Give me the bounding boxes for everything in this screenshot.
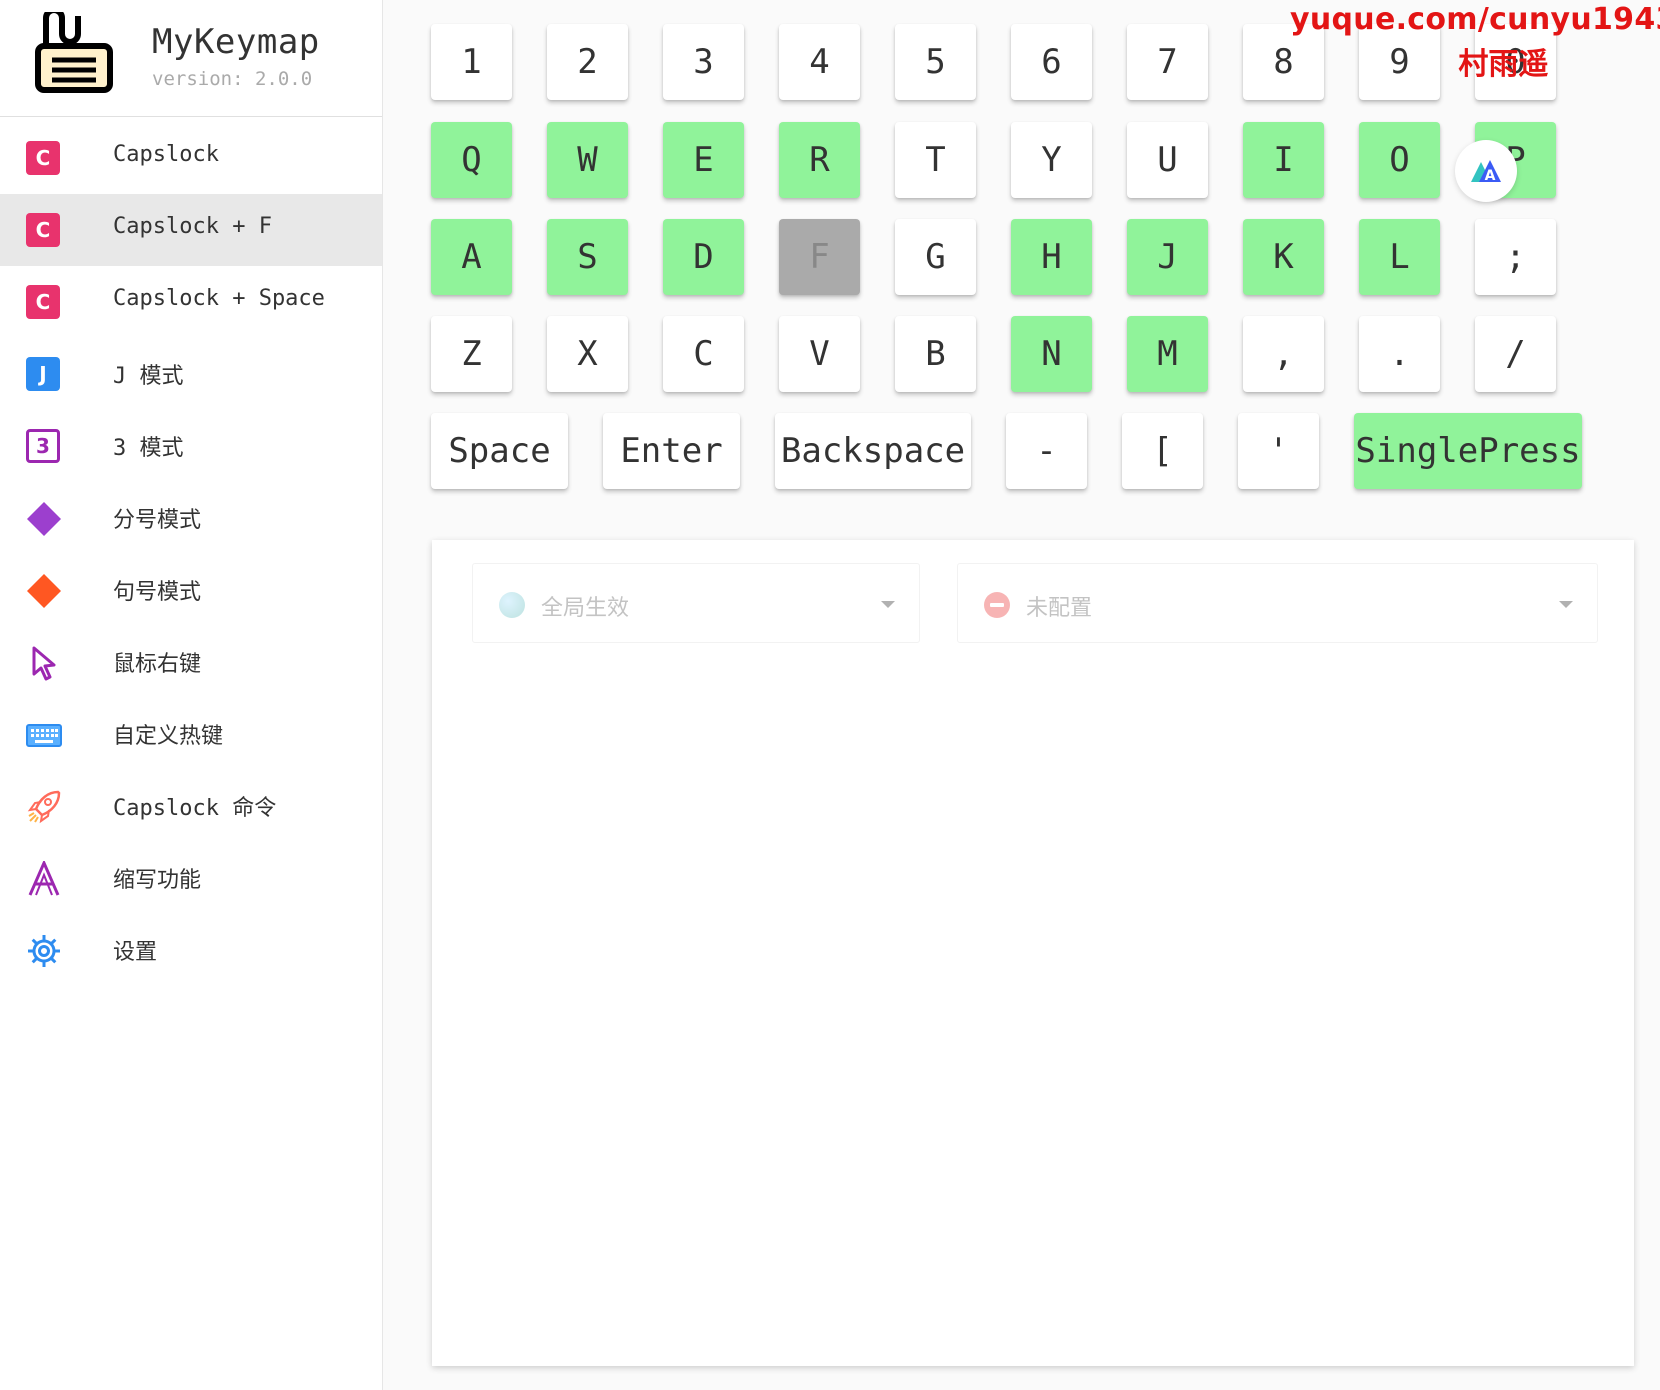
sidebar-item-label: Capslock 命令 bbox=[113, 796, 277, 821]
diamond-orange-icon bbox=[27, 574, 61, 608]
app-header: MyKeymap version: 2.0.0 bbox=[0, 0, 382, 117]
sidebar-item-label: 缩写功能 bbox=[113, 868, 202, 893]
capslock-c-icon: C bbox=[26, 285, 60, 319]
sidebar-item-label: J 模式 bbox=[113, 364, 184, 389]
key-l[interactable]: L bbox=[1359, 219, 1440, 295]
key-2[interactable]: 2 bbox=[547, 24, 628, 100]
key-h[interactable]: H bbox=[1011, 219, 1092, 295]
sidebar-item-abbreviation[interactable]: 缩写功能 bbox=[0, 842, 382, 914]
key-comma[interactable]: , bbox=[1243, 316, 1324, 392]
watermark-url: yuque.com/cunyu1943 bbox=[1290, 2, 1660, 37]
key-w[interactable]: W bbox=[547, 122, 628, 198]
key-1[interactable]: 1 bbox=[431, 24, 512, 100]
sidebar-item-capslock-command[interactable]: Capslock 命令 bbox=[0, 770, 382, 842]
capslock-c-icon: C bbox=[26, 141, 60, 175]
key-m[interactable]: M bbox=[1127, 316, 1208, 392]
key-e[interactable]: E bbox=[663, 122, 744, 198]
sidebar-item-custom-hotkey[interactable]: 自定义热键 bbox=[0, 698, 382, 770]
chevron-down-icon bbox=[881, 601, 895, 608]
sidebar-item-settings[interactable]: 设置 bbox=[0, 914, 382, 986]
config-panel: 全局生效 未配置 bbox=[432, 540, 1634, 1366]
sidebar-item-mouse-right[interactable]: 鼠标右键 bbox=[0, 626, 382, 698]
three-mode-icon: 3 bbox=[26, 429, 60, 463]
key-i[interactable]: I bbox=[1243, 122, 1324, 198]
sidebar-item-label: 设置 bbox=[113, 940, 158, 965]
key-minus[interactable]: - bbox=[1006, 413, 1087, 489]
scope-select[interactable]: 全局生效 bbox=[472, 563, 920, 643]
key-7[interactable]: 7 bbox=[1127, 24, 1208, 100]
svg-text:A: A bbox=[1485, 168, 1496, 184]
key-slash[interactable]: / bbox=[1475, 316, 1556, 392]
watermark: yuque.com/cunyu1943 村雨遥 bbox=[1290, 2, 1660, 83]
globe-icon bbox=[499, 592, 525, 618]
key-backspace[interactable]: Backspace bbox=[775, 413, 971, 489]
action-select-value: 未配置 bbox=[1026, 596, 1093, 621]
key-3[interactable]: 3 bbox=[663, 24, 744, 100]
key-g[interactable]: G bbox=[895, 219, 976, 295]
diamond-purple-icon bbox=[27, 502, 61, 536]
gear-icon bbox=[28, 935, 60, 967]
key-x[interactable]: X bbox=[547, 316, 628, 392]
sidebar-item-semicolon-mode[interactable]: 分号模式 bbox=[0, 482, 382, 554]
sidebar-item-label: 自定义热键 bbox=[113, 724, 224, 749]
app-logo-icon bbox=[35, 12, 113, 93]
chevron-down-icon bbox=[1559, 601, 1573, 608]
key-n[interactable]: N bbox=[1011, 316, 1092, 392]
sidebar-item-capslock-space[interactable]: C Capslock + Space bbox=[0, 266, 382, 338]
key-6[interactable]: 6 bbox=[1011, 24, 1092, 100]
action-select[interactable]: 未配置 bbox=[957, 563, 1598, 643]
key-quote[interactable]: ' bbox=[1238, 413, 1319, 489]
sidebar-item-label: Capslock + F bbox=[113, 214, 272, 239]
key-f[interactable]: F bbox=[779, 219, 860, 295]
j-mode-icon: J bbox=[26, 357, 60, 391]
key-z[interactable]: Z bbox=[431, 316, 512, 392]
key-left-bracket[interactable]: [ bbox=[1122, 413, 1203, 489]
key-a[interactable]: A bbox=[431, 219, 512, 295]
key-o[interactable]: O bbox=[1359, 122, 1440, 198]
key-period[interactable]: . bbox=[1359, 316, 1440, 392]
scope-select-value: 全局生效 bbox=[541, 596, 630, 621]
sidebar-item-label: 鼠标右键 bbox=[113, 652, 202, 677]
key-y[interactable]: Y bbox=[1011, 122, 1092, 198]
sidebar-item-label: 句号模式 bbox=[113, 580, 202, 605]
key-4[interactable]: 4 bbox=[779, 24, 860, 100]
key-space[interactable]: Space bbox=[431, 413, 568, 489]
key-q[interactable]: Q bbox=[431, 122, 512, 198]
key-semicolon[interactable]: ; bbox=[1475, 219, 1556, 295]
sidebar-item-label: Capslock bbox=[113, 142, 219, 167]
keyboard-icon bbox=[26, 724, 62, 747]
key-c[interactable]: C bbox=[663, 316, 744, 392]
key-v[interactable]: V bbox=[779, 316, 860, 392]
key-enter[interactable]: Enter bbox=[603, 413, 740, 489]
sidebar-item-label: 分号模式 bbox=[113, 508, 202, 533]
key-s[interactable]: S bbox=[547, 219, 628, 295]
no-entry-icon bbox=[984, 592, 1010, 618]
sidebar-item-capslock[interactable]: C Capslock bbox=[0, 122, 382, 194]
key-singlepress[interactable]: SinglePress bbox=[1354, 413, 1582, 489]
key-u[interactable]: U bbox=[1127, 122, 1208, 198]
key-k[interactable]: K bbox=[1243, 219, 1324, 295]
sidebar-item-label: 3 模式 bbox=[113, 436, 184, 461]
app-version: version: 2.0.0 bbox=[152, 68, 313, 90]
key-d[interactable]: D bbox=[663, 219, 744, 295]
sidebar-item-period-mode[interactable]: 句号模式 bbox=[0, 554, 382, 626]
rocket-icon bbox=[27, 790, 61, 824]
sidebar-item-label: Capslock + Space bbox=[113, 286, 325, 311]
capslock-c-icon: C bbox=[26, 213, 60, 247]
sidebar-item-capslock-f[interactable]: C Capslock + F bbox=[0, 194, 382, 266]
key-r[interactable]: R bbox=[779, 122, 860, 198]
sidebar-item-3-mode[interactable]: 3 3 模式 bbox=[0, 410, 382, 482]
translate-float-button[interactable]: A bbox=[1455, 140, 1517, 202]
app-name: MyKeymap bbox=[152, 22, 320, 62]
key-j[interactable]: J bbox=[1127, 219, 1208, 295]
key-t[interactable]: T bbox=[895, 122, 976, 198]
sidebar-item-j-mode[interactable]: J J 模式 bbox=[0, 338, 382, 410]
translate-icon: A bbox=[1471, 160, 1501, 184]
key-b[interactable]: B bbox=[895, 316, 976, 392]
letter-a-icon bbox=[28, 861, 60, 896]
watermark-name: 村雨遥 bbox=[1458, 47, 1549, 82]
mouse-pointer-icon bbox=[32, 646, 56, 681]
sidebar: MyKeymap version: 2.0.0 C Capslock C Cap… bbox=[0, 0, 383, 1390]
key-5[interactable]: 5 bbox=[895, 24, 976, 100]
